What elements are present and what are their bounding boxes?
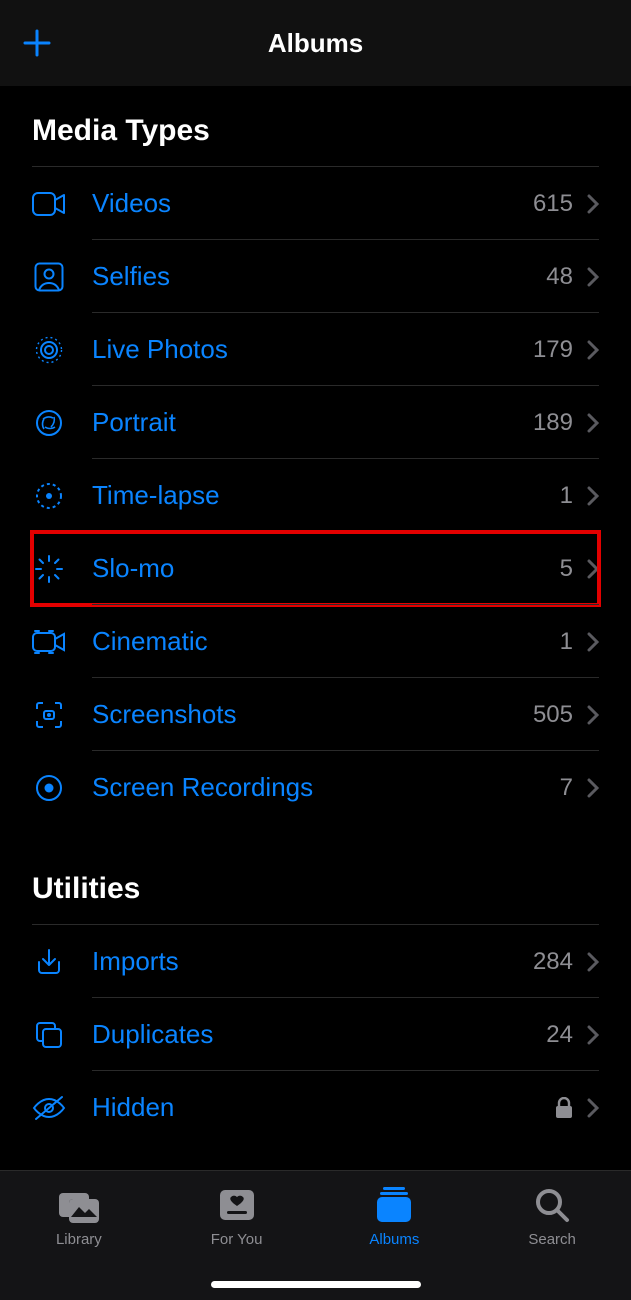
row-label: Duplicates	[92, 1019, 546, 1050]
page-title: Albums	[0, 28, 631, 59]
chevron-right-icon	[587, 705, 599, 725]
screen-recordings-icon	[32, 771, 66, 805]
person-square-icon	[32, 260, 66, 294]
lock-icon	[555, 1097, 573, 1119]
chevron-right-icon	[587, 413, 599, 433]
tab-label: Search	[528, 1231, 576, 1248]
tab-label: Albums	[369, 1231, 419, 1248]
library-icon	[57, 1185, 101, 1225]
section-header-utilities: Utilities	[0, 872, 631, 924]
home-indicator[interactable]	[211, 1281, 421, 1288]
row-count: 284	[533, 948, 573, 976]
tab-label: For You	[211, 1231, 263, 1248]
row-imports[interactable]: Imports 284	[32, 925, 599, 998]
row-count: 24	[546, 1021, 573, 1049]
row-count: 7	[560, 774, 573, 802]
row-videos[interactable]: Videos 615	[32, 167, 599, 240]
media-types-list: Videos 615 Selfies 48 Live Photos 179	[32, 166, 599, 824]
row-portrait[interactable]: Portrait 189	[32, 386, 599, 459]
for-you-icon	[217, 1185, 257, 1225]
row-count: 1	[560, 628, 573, 656]
chevron-right-icon	[587, 778, 599, 798]
row-cinematic[interactable]: Cinematic 1	[32, 605, 599, 678]
albums-icon	[373, 1185, 415, 1225]
row-count: 505	[533, 701, 573, 729]
chevron-right-icon	[587, 1098, 599, 1118]
chevron-right-icon	[587, 340, 599, 360]
portrait-aperture-icon	[32, 406, 66, 440]
row-selfies[interactable]: Selfies 48	[32, 240, 599, 313]
screenshots-icon	[32, 698, 66, 732]
row-count: 48	[546, 263, 573, 291]
search-icon	[533, 1185, 571, 1225]
row-label: Screen Recordings	[92, 772, 560, 803]
section-header-media-types: Media Types	[0, 114, 631, 166]
tab-bar: Library For You Albums Search	[0, 1170, 631, 1300]
navbar: Albums	[0, 0, 631, 86]
row-label: Screenshots	[92, 699, 533, 730]
row-duplicates[interactable]: Duplicates 24	[32, 998, 599, 1071]
chevron-right-icon	[587, 632, 599, 652]
chevron-right-icon	[587, 267, 599, 287]
cinematic-icon	[32, 625, 66, 659]
plus-icon	[22, 28, 52, 58]
row-label: Portrait	[92, 407, 533, 438]
row-live-photos[interactable]: Live Photos 179	[32, 313, 599, 386]
add-button[interactable]	[22, 28, 52, 58]
chevron-right-icon	[587, 486, 599, 506]
live-photos-icon	[32, 333, 66, 367]
row-slo-mo[interactable]: Slo-mo 5	[32, 532, 599, 605]
hidden-eye-slash-icon	[32, 1091, 66, 1125]
video-icon	[32, 187, 66, 221]
duplicates-icon	[32, 1018, 66, 1052]
row-count: 615	[533, 190, 573, 218]
row-label: Imports	[92, 946, 533, 977]
row-screenshots[interactable]: Screenshots 505	[32, 678, 599, 751]
row-label: Live Photos	[92, 334, 533, 365]
row-label: Cinematic	[92, 626, 560, 657]
chevron-right-icon	[587, 194, 599, 214]
row-count: 1	[560, 482, 573, 510]
time-lapse-icon	[32, 479, 66, 513]
tab-label: Library	[56, 1231, 102, 1248]
chevron-right-icon	[587, 1025, 599, 1045]
row-count: 179	[533, 336, 573, 364]
row-time-lapse[interactable]: Time-lapse 1	[32, 459, 599, 532]
row-hidden[interactable]: Hidden	[32, 1071, 599, 1144]
row-label: Slo-mo	[92, 553, 560, 584]
row-screen-recordings[interactable]: Screen Recordings 7	[32, 751, 599, 824]
slo-mo-icon	[32, 552, 66, 586]
chevron-right-icon	[587, 559, 599, 579]
row-label: Selfies	[92, 261, 546, 292]
tab-library[interactable]: Library	[0, 1171, 158, 1300]
row-label: Time-lapse	[92, 480, 560, 511]
tab-search[interactable]: Search	[473, 1171, 631, 1300]
row-label: Hidden	[92, 1092, 555, 1123]
chevron-right-icon	[587, 952, 599, 972]
row-count: 189	[533, 409, 573, 437]
utilities-list: Imports 284 Duplicates 24 Hidden	[32, 924, 599, 1144]
row-count: 5	[560, 555, 573, 583]
imports-icon	[32, 945, 66, 979]
row-label: Videos	[92, 188, 533, 219]
